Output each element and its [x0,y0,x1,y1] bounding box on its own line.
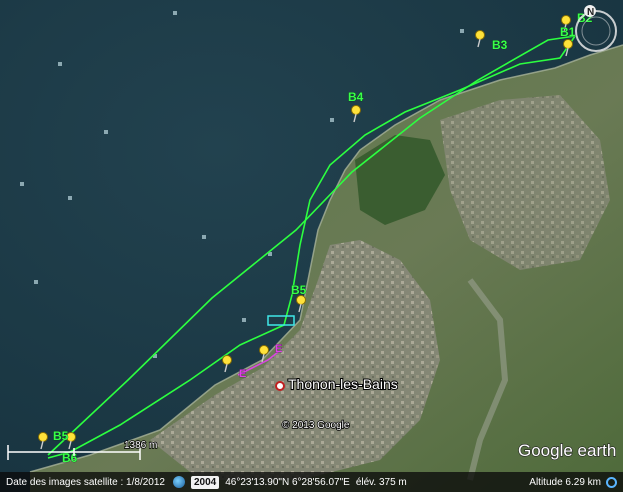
status-bar: Date des images satellite : 1/8/2012 200… [0,472,623,492]
city-label: Thonon-les-Bains [288,376,398,392]
compass-north-label: N [587,7,594,18]
waypoint-label-e-south: E [239,368,246,380]
scale-label: 1386 m [124,440,157,451]
city-marker-icon [275,381,285,391]
waypoint-label-b6: B6 [62,451,78,465]
waypoint-label-e-north: E [275,343,282,355]
imagery-year-badge[interactable]: 2004 [190,475,220,489]
satellite-map[interactable]: B1 B2 B3 B4 B5 B5 B6 E E Thonon-les-Bain… [0,0,623,492]
imagery-date: Date des images satellite : 1/8/2012 [6,476,165,488]
historical-imagery-icon[interactable] [172,476,185,488]
waypoint-label-b5-west: B5 [53,429,69,443]
elevation-readout: élév. 375 m [355,476,407,488]
copyright-text: © 2013 Google [282,420,350,431]
coordinates-readout: 46°23'13.90"N 6°28'56.07"E [225,476,350,488]
altitude-readout: Altitude 6.29 km [529,476,601,488]
waypoint-label-b5-east: B5 [291,283,307,297]
google-earth-logo: Google earth [518,441,616,460]
streaming-status-icon [606,476,617,488]
waypoint-label-b3: B3 [492,38,508,52]
waypoint-label-b4: B4 [348,90,364,104]
waypoint-label-b1: B1 [560,25,576,39]
